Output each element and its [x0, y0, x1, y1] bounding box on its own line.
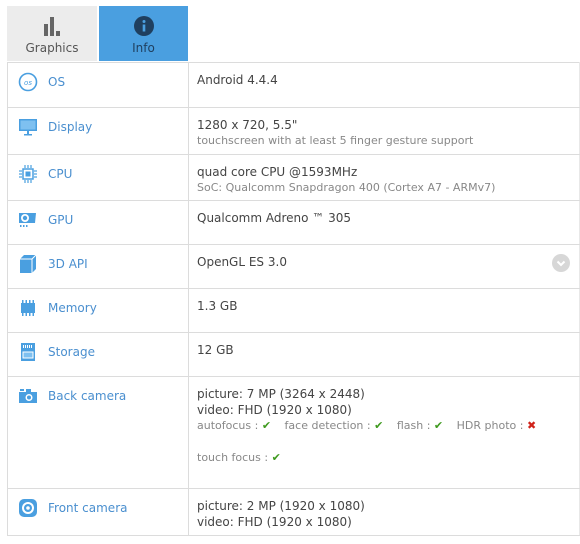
memory-icon	[18, 298, 38, 318]
camera-icon	[18, 386, 38, 406]
tab-label: Graphics	[25, 41, 79, 55]
chevron-down-icon	[556, 260, 566, 266]
row-value: 1280 x 720, 5.5"	[197, 118, 298, 132]
table-row: Back camera picture: 7 MP (3264 x 2448) …	[7, 376, 580, 489]
table-row: Memory 1.3 GB	[7, 288, 580, 333]
check-icon: ✔	[271, 451, 281, 464]
row-subvalue: touchscreen with at least 5 finger gestu…	[197, 134, 474, 147]
row-label: Display	[48, 120, 93, 134]
row-value: 1.3 GB	[197, 299, 238, 313]
row-value: 12 GB	[197, 343, 234, 357]
row-label: Memory	[48, 301, 97, 315]
cube-icon	[18, 254, 38, 274]
tab-bar: Graphics Info	[7, 6, 188, 61]
row-value-video: video: FHD (1920 x 1080)	[197, 515, 352, 529]
check-icon: ✔	[374, 419, 384, 432]
spec-table: os OS Android 4.4.4 Display 1280 x 720, …	[7, 62, 580, 536]
bar-chart-icon	[43, 15, 61, 37]
row-label: Front camera	[48, 501, 128, 515]
tab-label: Info	[132, 41, 155, 55]
feature-list-2: touch focus : ✔	[197, 450, 579, 466]
feature-autofocus: autofocus : ✔	[197, 419, 272, 432]
row-value: OpenGL ES 3.0	[197, 255, 287, 269]
table-row: Front camera picture: 2 MP (1920 x 1080)…	[7, 488, 580, 536]
row-value: Android 4.4.4	[197, 73, 278, 87]
feature-touch-focus: touch focus : ✔	[197, 451, 281, 464]
check-icon: ✔	[261, 419, 272, 432]
feature-flash: flash : ✔	[396, 419, 444, 432]
table-row: 3D API OpenGL ES 3.0	[7, 244, 580, 289]
feature-list: autofocus : ✔ face detection : ✔ flash :…	[197, 418, 579, 434]
gpu-card-icon	[18, 210, 38, 230]
cross-icon: ✖	[526, 419, 537, 432]
check-icon: ✔	[433, 419, 444, 432]
row-label: OS	[48, 75, 66, 89]
table-row: os OS Android 4.4.4	[7, 62, 580, 108]
table-row: GPU Qualcomm Adreno ™ 305	[7, 200, 580, 245]
row-label: Back camera	[48, 389, 127, 403]
monitor-icon	[18, 117, 38, 137]
info-icon	[133, 15, 154, 37]
row-label: Storage	[48, 345, 95, 359]
row-label: GPU	[48, 213, 74, 227]
row-label: 3D API	[48, 257, 88, 271]
tab-info[interactable]: Info	[99, 6, 188, 61]
feature-hdr-photo: HDR photo : ✖	[456, 419, 537, 432]
expand-button[interactable]	[552, 254, 570, 272]
feature-face-detection: face detection : ✔	[284, 419, 384, 432]
cpu-chip-icon	[18, 164, 38, 184]
row-value: quad core CPU @1593MHz	[197, 165, 358, 179]
row-value-video: video: FHD (1920 x 1080)	[197, 403, 352, 417]
svg-text:os: os	[24, 79, 32, 87]
front-camera-icon	[18, 498, 38, 518]
row-value: Qualcomm Adreno ™ 305	[197, 211, 352, 225]
table-row: CPU quad core CPU @1593MHz SoC: Qualcomm…	[7, 154, 580, 201]
table-row: Display 1280 x 720, 5.5" touchscreen wit…	[7, 107, 580, 155]
row-label: CPU	[48, 167, 73, 181]
row-value: picture: 2 MP (1920 x 1080)	[197, 499, 365, 513]
tab-graphics[interactable]: Graphics	[7, 6, 97, 61]
os-icon: os	[18, 72, 38, 92]
table-row: Storage 12 GB	[7, 332, 580, 377]
row-value: picture: 7 MP (3264 x 2448)	[197, 387, 365, 401]
row-subvalue: SoC: Qualcomm Snapdragon 400 (Cortex A7 …	[197, 181, 496, 194]
sd-card-icon	[18, 342, 38, 362]
